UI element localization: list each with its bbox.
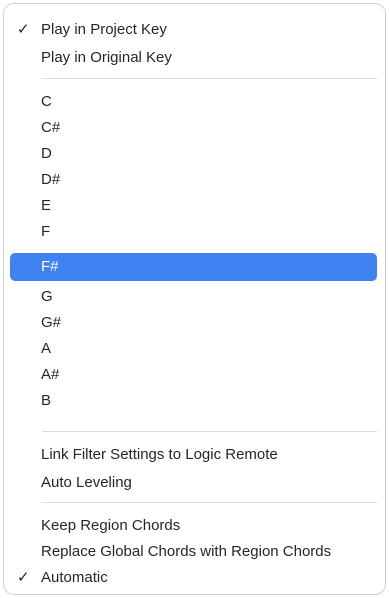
menu-item-replace-global-chords[interactable]: Replace Global Chords with Region Chords [10,538,377,566]
menu-item-key-c[interactable]: C [10,88,377,116]
menu-item-play-in-original-key[interactable]: Play in Original Key [10,44,377,72]
menu-item-label: G# [41,314,62,331]
checkmark-icon: ✓ [17,21,30,38]
menu-item-play-in-project-key[interactable]: ✓ Play in Project Key [10,16,377,44]
menu-item-label: A# [41,366,60,383]
menu-item-label: Keep Region Chords [41,517,181,534]
menu-item-label: Play in Original Key [41,49,172,66]
context-menu: ✓ Play in Project Key Play in Original K… [0,0,389,598]
menu-item-keep-region-chords[interactable]: Keep Region Chords [10,512,377,540]
menu-item-label: D# [41,171,61,188]
menu-item-key-d[interactable]: D [10,140,377,168]
menu-item-label: Replace Global Chords with Region Chords [41,543,332,560]
menu-separator [42,502,377,503]
menu-item-label: F# [41,258,59,275]
menu-item-label: D [41,145,52,162]
menu-item-label: A [41,340,52,357]
menu-item-key-c-sharp[interactable]: C# [10,114,377,142]
menu-item-automatic[interactable]: ✓ Automatic [10,564,377,592]
menu-item-key-g[interactable]: G [10,283,377,311]
menu-item-key-g-sharp[interactable]: G# [10,309,377,337]
menu-item-key-a-sharp[interactable]: A# [10,361,377,389]
menu-item-label: C# [41,119,61,136]
menu-item-label: Automatic [41,569,108,586]
menu-item-key-f[interactable]: F [10,218,377,246]
menu-separator [42,431,377,432]
menu-item-label: Link Filter Settings to Logic Remote [41,446,278,463]
menu-item-auto-leveling[interactable]: Auto Leveling [10,469,377,497]
menu-item-link-filter-settings[interactable]: Link Filter Settings to Logic Remote [10,441,377,469]
menu-item-key-e[interactable]: E [10,192,377,220]
menu-item-label: E [41,197,52,214]
menu-item-label: B [41,392,52,409]
menu-item-label: Play in Project Key [41,21,167,38]
menu-item-label: G [41,288,53,305]
menu-item-key-a[interactable]: A [10,335,377,363]
menu-item-key-f-sharp[interactable]: F# [10,253,377,281]
menu-item-label: C [41,93,52,110]
menu-item-label: Auto Leveling [41,474,132,491]
menu-item-label: F [41,223,51,240]
menu-separator [42,78,377,79]
checkmark-icon: ✓ [17,569,30,586]
menu-item-key-b[interactable]: B [10,387,377,415]
menu-item-key-d-sharp[interactable]: D# [10,166,377,194]
